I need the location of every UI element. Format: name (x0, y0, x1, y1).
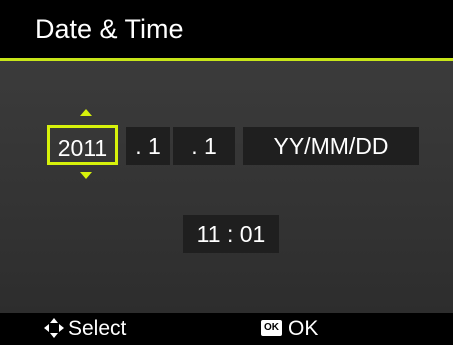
ok-hint: OK (288, 317, 319, 340)
select-hint: Select (68, 317, 127, 340)
settings-panel (0, 61, 453, 313)
footer-bar: Select OK OK (0, 313, 453, 345)
chevron-down-icon[interactable] (80, 172, 92, 179)
day-field[interactable]: . 1 (173, 127, 235, 165)
year-field[interactable]: 2011 (47, 125, 118, 165)
ok-button-icon: OK (261, 320, 282, 336)
page-title: Date & Time (35, 14, 184, 44)
header-bar: Date & Time (0, 0, 453, 61)
date-format-field[interactable]: YY/MM/DD (243, 127, 419, 165)
time-field[interactable]: 11 : 01 (183, 215, 279, 253)
chevron-up-icon[interactable] (80, 109, 92, 116)
month-field[interactable]: . 1 (126, 127, 170, 165)
dpad-icon (44, 318, 64, 338)
